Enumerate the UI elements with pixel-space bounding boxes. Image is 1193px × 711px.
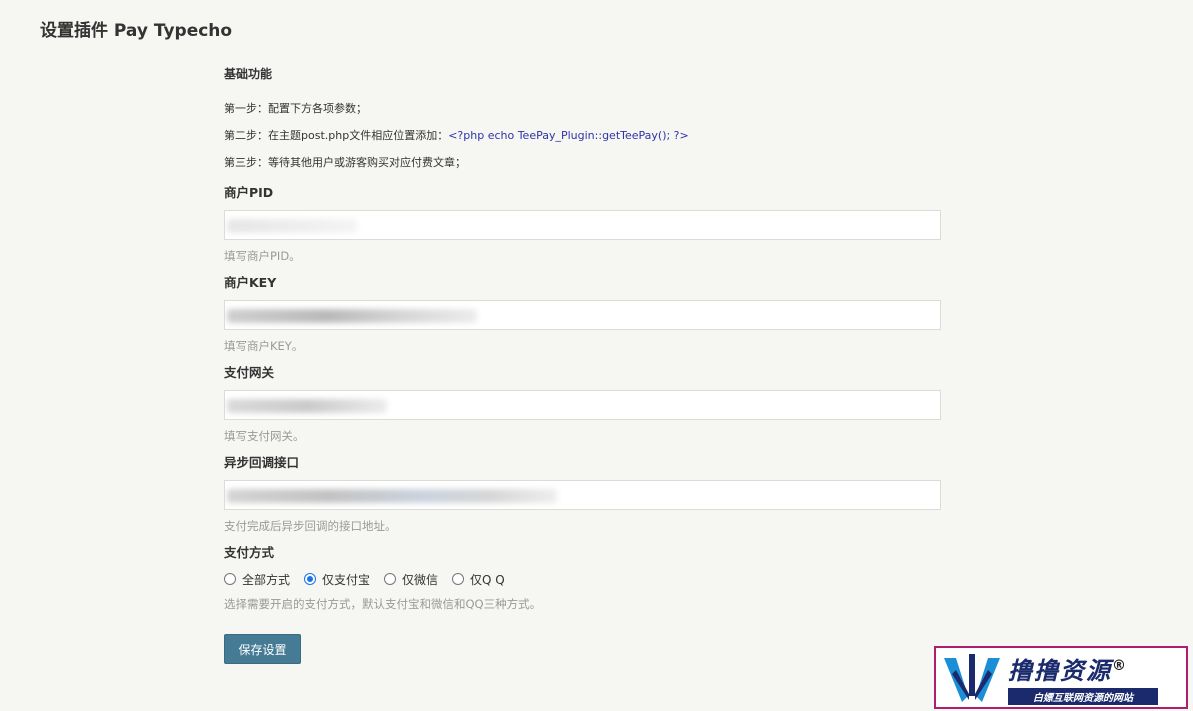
save-settings-button[interactable]: 保存设置 [224, 634, 301, 664]
field-hint-callback: 支付完成后异步回调的接口地址。 [224, 519, 397, 533]
step-2-text: 第二步：在主题post.php文件相应位置添加： [224, 129, 449, 142]
radio-button-all[interactable] [224, 573, 236, 585]
radio-label-qq: 仅Q Q [470, 572, 505, 587]
radio-button-wechat[interactable] [384, 573, 397, 585]
radio-label-all: 全部方式 [242, 572, 291, 587]
step-2: 第二步：在主题post.php文件相应位置添加：<?php echo TeePa… [224, 129, 942, 143]
field-hint-payment: 选择需要开启的支付方式，默认支付宝和微信和QQ三种方式。 [224, 597, 542, 611]
radio-label-alipay: 仅支付宝 [322, 572, 371, 587]
radio-qq[interactable]: 仅Q Q [452, 571, 505, 588]
field-hint-key: 填写商户KEY。 [224, 339, 304, 353]
field-label-payment: 支付方式 [224, 545, 275, 560]
plugin-settings-form: 基础功能 第一步：配置下方各项参数； 第二步：在主题post.php文件相应位置… [224, 66, 942, 664]
radio-button-alipay[interactable] [304, 573, 317, 585]
payment-radio-group: 全部方式 仅支付宝 仅微信 仅Q Q [224, 570, 942, 588]
watermark-logo: 撸撸资源® 白嫖互联网资源的网站 [934, 646, 1188, 709]
field-label-gateway: 支付网关 [224, 365, 275, 380]
radio-wechat[interactable]: 仅微信 [384, 571, 438, 588]
radio-alipay[interactable]: 仅支付宝 [304, 571, 370, 588]
step-1: 第一步：配置下方各项参数； [224, 102, 367, 115]
callback-input[interactable] [224, 480, 941, 510]
watermark-title-text: 撸撸资源 [1008, 656, 1112, 685]
page-title: 设置插件 Pay Typecho [40, 21, 233, 41]
field-label-pid: 商户PID [224, 185, 274, 200]
radio-button-qq[interactable] [452, 573, 465, 585]
redacted-value [227, 399, 387, 413]
field-label-callback: 异步回调接口 [224, 455, 300, 470]
field-hint-gateway: 填写支付网关。 [224, 429, 305, 443]
radio-all[interactable]: 全部方式 [224, 571, 290, 588]
gateway-input[interactable] [224, 390, 941, 420]
redacted-value [227, 489, 557, 503]
code-snippet: <?php echo TeePay_Plugin::getTeePay(); ?… [448, 129, 689, 142]
redacted-value [227, 309, 477, 323]
field-hint-pid: 填写商户PID。 [224, 249, 301, 263]
step-3: 第三步：等待其他用户或游客购买对应付费文章； [224, 156, 466, 169]
key-input[interactable] [224, 300, 941, 330]
field-label-key: 商户KEY [224, 275, 277, 290]
watermark-subtitle: 白嫖互联网资源的网站 [1008, 687, 1158, 705]
registered-mark: ® [1112, 657, 1128, 674]
section-title-basic: 基础功能 [224, 67, 273, 81]
redacted-value [227, 219, 357, 233]
watermark-title: 撸撸资源® [1008, 651, 1158, 686]
brand-logo-icon [944, 653, 1000, 702]
pid-input[interactable] [224, 210, 941, 240]
radio-label-wechat: 仅微信 [402, 572, 439, 587]
